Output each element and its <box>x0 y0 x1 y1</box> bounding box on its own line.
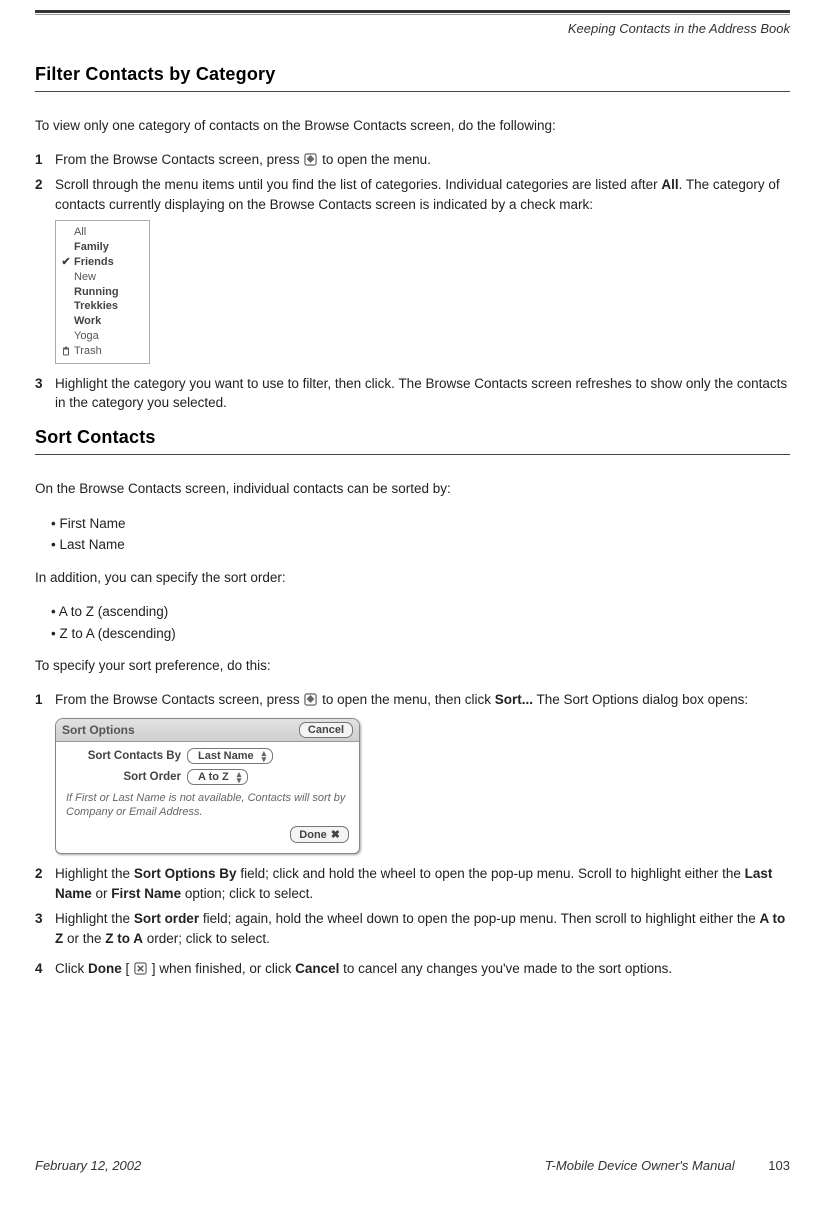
bullet-desc: Z to A (descending) <box>51 623 790 645</box>
step-number: 4 <box>35 959 55 979</box>
sort-order-label: Sort Order <box>66 771 181 783</box>
step-number: 3 <box>35 374 55 413</box>
filter-step-1: From the Browse Contacts screen, press t… <box>55 150 790 170</box>
sort-by-label: Sort Contacts By <box>66 750 181 762</box>
step-number: 1 <box>35 150 55 170</box>
category-item-family[interactable]: Family <box>59 240 146 255</box>
top-rule-thick <box>35 10 790 13</box>
category-item-work[interactable]: Work <box>59 314 146 329</box>
top-rule-thin <box>35 14 790 15</box>
filter-intro: To view only one category of contacts on… <box>35 116 790 136</box>
sort-by-select[interactable]: Last Name ▴▾ <box>187 748 273 764</box>
step-number: 1 <box>35 690 55 710</box>
category-item-friends[interactable]: ✔Friends <box>59 255 146 270</box>
close-icon: ✖ <box>331 828 340 841</box>
filter-steps-cont: 3 Highlight the category you want to use… <box>35 374 790 413</box>
category-item-new[interactable]: New <box>59 270 146 285</box>
step-number: 2 <box>35 175 55 214</box>
bullet-first-name: First Name <box>51 513 790 535</box>
sort-intro-1: On the Browse Contacts screen, individua… <box>35 479 790 499</box>
cancel-button[interactable]: Cancel <box>299 722 353 738</box>
dialog-titlebar: Sort Options Cancel <box>56 719 359 742</box>
category-item-trekkies[interactable]: Trekkies <box>59 299 146 314</box>
footer-date: February 12, 2002 <box>35 1158 141 1173</box>
page-footer: February 12, 2002 T-Mobile Device Owner'… <box>35 1158 790 1173</box>
bullet-asc: A to Z (ascending) <box>51 601 790 623</box>
close-icon <box>134 962 147 975</box>
bullet-last-name: Last Name <box>51 534 790 556</box>
category-item-all[interactable]: All <box>59 225 146 240</box>
category-item-trash[interactable]: Trash <box>59 344 146 359</box>
dialog-hint: If First or Last Name is not available, … <box>66 791 349 821</box>
sort-step-3: Highlight the Sort order field; again, h… <box>55 909 790 948</box>
page-header-breadcrumb: Keeping Contacts in the Address Book <box>35 21 790 36</box>
heading-filter: Filter Contacts by Category <box>35 64 790 92</box>
sort-by-list: First Name Last Name <box>51 513 790 556</box>
sort-intro-2: In addition, you can specify the sort or… <box>35 568 790 588</box>
wheel-icon <box>304 693 317 706</box>
done-button[interactable]: Done ✖ <box>290 826 349 843</box>
filter-step-2: Scroll through the menu items until you … <box>55 175 790 214</box>
category-item-running[interactable]: Running <box>59 285 146 300</box>
step-number: 3 <box>35 909 55 948</box>
checkmark-icon: ✔ <box>61 255 71 270</box>
footer-manual: T-Mobile Device Owner's Manual <box>545 1158 735 1173</box>
sort-intro-3: To specify your sort preference, do this… <box>35 656 790 676</box>
updown-arrows-icon: ▴▾ <box>237 771 242 783</box>
sort-step-2: Highlight the Sort Options By field; cli… <box>55 864 790 903</box>
sort-options-dialog: Sort Options Cancel Sort Contacts By Las… <box>55 718 360 855</box>
sort-step-1: From the Browse Contacts screen, press t… <box>55 690 790 710</box>
heading-sort: Sort Contacts <box>35 427 790 455</box>
dialog-title: Sort Options <box>62 723 135 737</box>
wheel-icon <box>304 153 317 166</box>
footer-page-number: 103 <box>768 1158 790 1173</box>
sort-step-4: Click Done [ ] when finished, or click C… <box>55 959 790 979</box>
sort-order-select[interactable]: A to Z ▴▾ <box>187 769 248 785</box>
sort-steps: 1 From the Browse Contacts screen, press… <box>35 690 790 710</box>
step-number: 2 <box>35 864 55 903</box>
category-item-yoga[interactable]: Yoga <box>59 329 146 344</box>
trash-icon <box>61 346 71 356</box>
sort-steps-cont: 2 Highlight the Sort Options By field; c… <box>35 864 790 978</box>
category-menu-figure: All Family ✔Friends New Running Trekkies… <box>55 220 150 364</box>
updown-arrows-icon: ▴▾ <box>262 750 267 762</box>
sort-order-list: A to Z (ascending) Z to A (descending) <box>51 601 790 644</box>
filter-steps: 1 From the Browse Contacts screen, press… <box>35 150 790 215</box>
filter-step-3: Highlight the category you want to use t… <box>55 374 790 413</box>
